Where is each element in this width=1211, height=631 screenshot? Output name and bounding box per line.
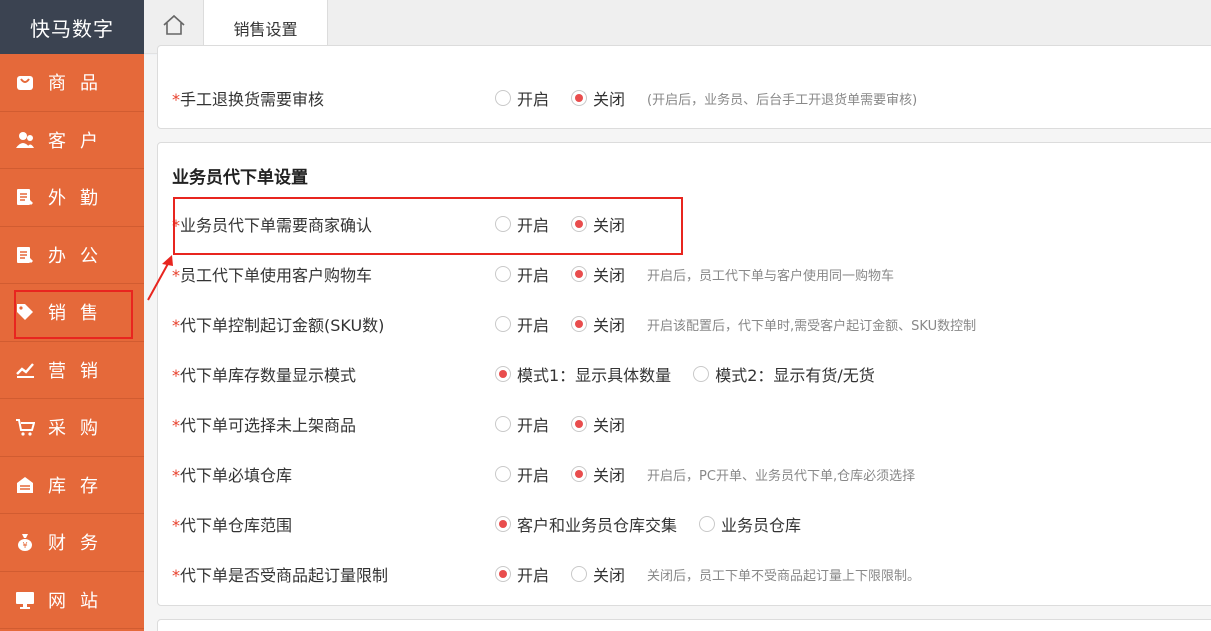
- annotation-arrow: [147, 255, 173, 301]
- setting-label: *代下单库存数量显示模式: [172, 366, 357, 385]
- radio-icon: [699, 516, 716, 532]
- clipboard-icon: [14, 244, 36, 266]
- sales-highlight-box: [14, 290, 133, 339]
- setting-label: *代下单控制起订金额(SKU数): [172, 316, 385, 335]
- option-on[interactable]: 开启: [495, 462, 549, 486]
- sidebar-item-goods[interactable]: 商品: [0, 54, 144, 112]
- warehouse-icon: [14, 474, 36, 496]
- users-icon: [14, 129, 36, 151]
- section-title: 业务员代下单设置: [172, 168, 308, 188]
- radio-icon: [571, 90, 588, 106]
- option-off[interactable]: 关闭: [571, 262, 625, 286]
- sidebar-item-field[interactable]: 外勤: [0, 169, 144, 227]
- option-off[interactable]: 关闭: [571, 86, 625, 110]
- setting-label: *代下单仓库范围: [172, 516, 293, 535]
- setting-row: *员工代下单使用客户购物车 开启 关闭 开启后，员工代下单与客户使用同一购物车: [172, 259, 1202, 289]
- radio-icon: [495, 516, 511, 532]
- setting-hint: 关闭后，员工下单不受商品起订量上下限限制。: [647, 568, 921, 584]
- setting-label: *员工代下单使用客户购物车: [172, 266, 373, 285]
- radio-icon: [693, 366, 710, 382]
- radio-icon: [495, 416, 511, 432]
- setting-label: *代下单必填仓库: [172, 466, 293, 485]
- option-on[interactable]: 开启: [495, 312, 549, 336]
- radio-icon: [495, 90, 511, 106]
- radio-icon: [495, 566, 511, 582]
- chart-icon: [14, 359, 36, 381]
- moneybag-icon: ¥: [14, 531, 36, 553]
- radio-icon: [495, 466, 511, 482]
- radio-icon: [571, 266, 588, 282]
- option-on[interactable]: 开启: [495, 562, 549, 586]
- sidebar-item-customers[interactable]: 客户: [0, 112, 144, 169]
- setting-highlight-box: [173, 197, 683, 255]
- bag-icon: [14, 71, 36, 93]
- setting-row: *手工退换货需要审核 开启 关闭 (开启后，业务员、后台手工开退货单需要审核): [172, 83, 1202, 113]
- setting-row: *代下单库存数量显示模式 模式1：显示具体数量 模式2：显示有货/无货: [172, 359, 1202, 389]
- setting-row: *代下单必填仓库 开启 关闭 开启后，PC开单、业务员代下单,仓库必须选择: [172, 459, 1202, 489]
- setting-row: *代下单控制起订金额(SKU数) 开启 关闭 开启该配置后，代下单时,需受客户起…: [172, 309, 1202, 339]
- option-intersection[interactable]: 客户和业务员仓库交集: [495, 512, 677, 536]
- sidebar-item-office[interactable]: 办公: [0, 227, 144, 284]
- setting-label: *手工退换货需要审核: [172, 90, 325, 109]
- content-area: *手工退换货需要审核 开启 关闭 (开启后，业务员、后台手工开退货单需要审核) …: [144, 45, 1211, 631]
- setting-hint: 开启后，PC开单、业务员代下单,仓库必须选择: [647, 468, 916, 484]
- setting-row: *代下单仓库范围 客户和业务员仓库交集 业务员仓库: [172, 509, 1202, 539]
- sidebar-item-finance[interactable]: ¥ 财务: [0, 514, 144, 572]
- sidebar-item-marketing[interactable]: 营销: [0, 342, 144, 399]
- radio-icon: [571, 316, 588, 332]
- sidebar-item-purchase[interactable]: 采购: [0, 399, 144, 457]
- svg-text:¥: ¥: [22, 541, 27, 550]
- option-agent-warehouse[interactable]: 业务员仓库: [699, 512, 801, 536]
- radio-icon: [571, 566, 588, 582]
- monitor-icon: [14, 589, 36, 611]
- setting-label: *代下单可选择未上架商品: [172, 416, 357, 435]
- sidebar-item-website[interactable]: 网站: [0, 572, 144, 629]
- radio-icon: [571, 416, 588, 432]
- clipboard-icon: [14, 186, 36, 208]
- option-on[interactable]: 开启: [495, 262, 549, 286]
- setting-hint: (开启后，业务员、后台手工开退货单需要审核): [647, 92, 918, 108]
- radio-icon: [495, 366, 511, 382]
- radio-icon: [495, 266, 511, 282]
- option-off[interactable]: 关闭: [571, 462, 625, 486]
- setting-hint: 开启该配置后，代下单时,需受客户起订金额、SKU数控制: [647, 318, 977, 334]
- option-off[interactable]: 关闭: [571, 312, 625, 336]
- settings-card-next: [157, 619, 1211, 631]
- home-icon: [162, 14, 186, 40]
- setting-row: *代下单可选择未上架商品 开启 关闭: [172, 409, 1202, 439]
- brand-logo: 快马数字: [0, 0, 144, 54]
- radio-icon: [571, 466, 588, 482]
- option-mode-1[interactable]: 模式1：显示具体数量: [495, 362, 671, 386]
- option-off[interactable]: 关闭: [571, 412, 625, 436]
- option-on[interactable]: 开启: [495, 86, 549, 110]
- setting-row: *代下单是否受商品起订量限制 开启 关闭 关闭后，员工下单不受商品起订量上下限限…: [172, 559, 1202, 589]
- settings-card-returns: *手工退换货需要审核 开启 关闭 (开启后，业务员、后台手工开退货单需要审核): [157, 45, 1211, 129]
- cart-icon: [14, 416, 36, 438]
- setting-label: *代下单是否受商品起订量限制: [172, 566, 389, 585]
- option-mode-2[interactable]: 模式2：显示有货/无货: [693, 362, 875, 386]
- option-on[interactable]: 开启: [495, 412, 549, 436]
- setting-hint: 开启后，员工代下单与客户使用同一购物车: [647, 268, 895, 284]
- option-off[interactable]: 关闭: [571, 562, 625, 586]
- radio-icon: [495, 316, 511, 332]
- sidebar-item-inventory[interactable]: 库存: [0, 457, 144, 514]
